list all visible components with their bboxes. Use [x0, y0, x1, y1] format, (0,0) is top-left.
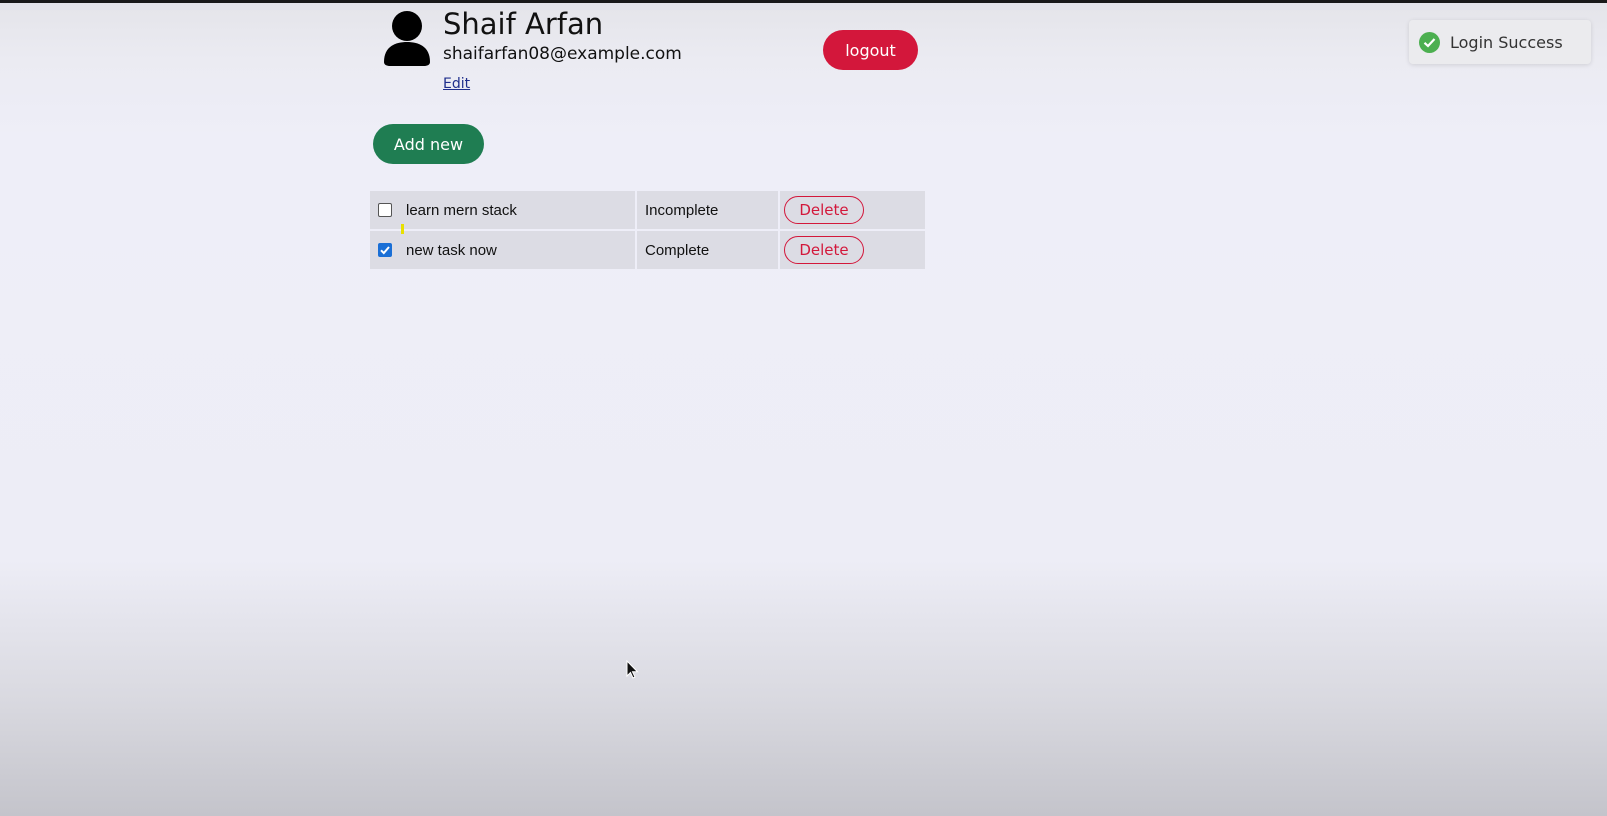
task-status: Incomplete: [637, 191, 778, 229]
delete-button[interactable]: Delete: [784, 196, 864, 224]
task-title-cell: learn mern stack: [370, 191, 635, 229]
task-table: learn mern stack Incomplete Delete new t…: [370, 191, 925, 271]
toast-message: Login Success: [1450, 32, 1563, 52]
logout-button[interactable]: logout: [823, 30, 918, 70]
task-checkbox[interactable]: [378, 203, 392, 217]
task-action-cell: Delete: [780, 191, 925, 229]
table-row: learn mern stack Incomplete Delete: [370, 191, 925, 229]
top-border: [0, 0, 1607, 3]
table-row: new task now Complete Delete: [370, 231, 925, 269]
user-name: Shaif Arfan: [443, 7, 604, 41]
user-email: shaifarfan08@example.com: [443, 44, 682, 64]
task-title-cell: new task now: [370, 231, 635, 269]
task-checkbox[interactable]: [378, 243, 392, 257]
task-title: new task now: [406, 241, 497, 259]
task-status: Complete: [637, 231, 778, 269]
add-new-button[interactable]: Add new: [373, 124, 484, 164]
edit-profile-link[interactable]: Edit: [443, 76, 470, 92]
mouse-cursor-icon: [626, 660, 639, 679]
login-success-toast: Login Success: [1409, 20, 1591, 64]
user-avatar-icon: [384, 11, 430, 66]
check-circle-icon: [1419, 31, 1440, 53]
text-caret: [401, 224, 404, 234]
delete-button[interactable]: Delete: [784, 236, 864, 264]
task-title: learn mern stack: [406, 201, 517, 219]
checkmark-icon: [380, 246, 390, 255]
task-action-cell: Delete: [780, 231, 925, 269]
